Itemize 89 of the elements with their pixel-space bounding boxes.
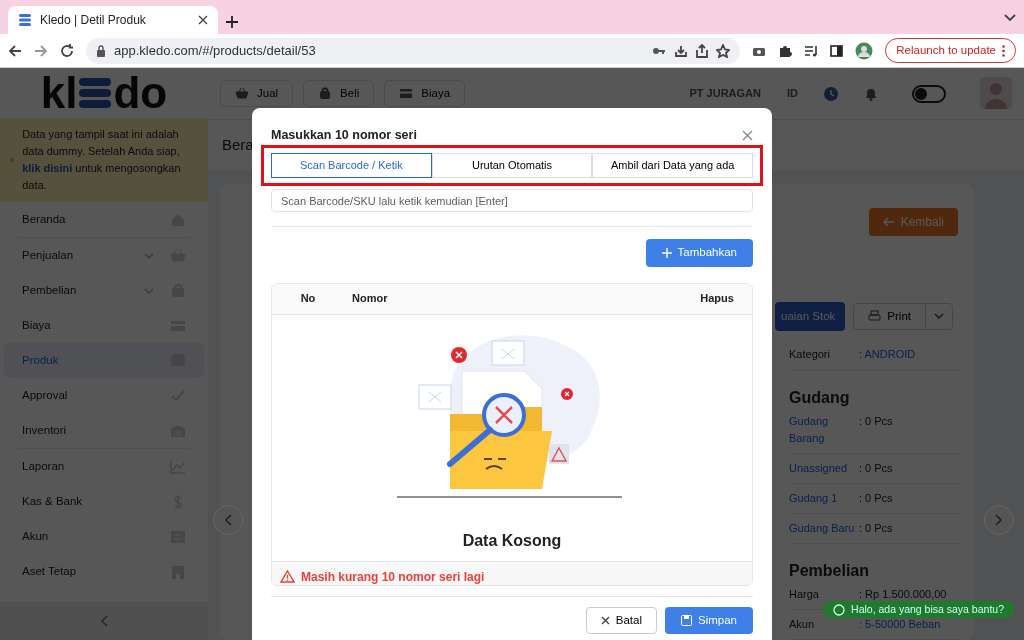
empty-state-title: Data Kosong xyxy=(461,530,563,551)
sidebar-item[interactable]: Aset Tetap xyxy=(18,554,190,590)
address-bar[interactable]: app.kledo.com/#/products/detail/53 xyxy=(86,37,741,64)
field-value: : 0 Pcs xyxy=(859,414,893,429)
sidebar-item[interactable]: Penjualan xyxy=(18,238,190,274)
save-button[interactable]: Simpan xyxy=(665,606,753,634)
field-label: Kategori xyxy=(789,347,831,362)
relaunch-button[interactable]: Relaunch to update xyxy=(885,37,1016,64)
bag-icon xyxy=(318,86,333,100)
kebab-icon xyxy=(1002,44,1005,57)
sidebar-item[interactable]: Kas & Bank xyxy=(18,484,190,520)
warning-icon xyxy=(280,570,295,584)
chevron-right-icon xyxy=(995,514,1003,526)
chevron-down-icon xyxy=(144,287,154,294)
section-heading: Pembelian xyxy=(789,561,871,580)
sidebar-item[interactable]: Akun xyxy=(18,519,190,555)
logo-text: kl xyxy=(40,71,78,115)
chevron-down-icon xyxy=(934,313,944,320)
arrow-left-icon xyxy=(882,216,895,227)
stripes-icon xyxy=(18,13,32,27)
field-value[interactable]: : ANDROID xyxy=(859,346,916,363)
column-header: Nomor xyxy=(351,291,389,307)
section-heading: Gudang xyxy=(789,388,851,407)
field-value: : 0 Pcs xyxy=(859,461,893,476)
chevron-down-icon xyxy=(144,252,154,259)
field-label[interactable]: Unassigned xyxy=(789,460,859,477)
share-icon[interactable] xyxy=(696,43,709,58)
tab[interactable]: Ambil dari Data yang ada xyxy=(592,152,753,178)
field-value: : 0 Pcs xyxy=(859,491,893,506)
sidebar-item[interactable]: Inventori xyxy=(18,413,190,449)
browser-tab[interactable]: Kledo | Detil Produk xyxy=(8,6,218,34)
sidebar-icon[interactable] xyxy=(830,44,844,57)
add-button[interactable]: Tambahkan xyxy=(645,239,753,267)
stripes-icon xyxy=(77,76,114,110)
language-selector[interactable]: ID xyxy=(787,85,798,102)
close-icon[interactable] xyxy=(198,15,208,25)
modal-title: Masukkan 10 nomor seri xyxy=(271,127,418,144)
back-icon[interactable] xyxy=(8,43,22,58)
sidebar-item[interactable]: Laporan xyxy=(18,449,190,485)
download-icon[interactable] xyxy=(674,43,689,58)
chevron-left-icon xyxy=(224,514,232,526)
company-selector[interactable]: PT JURAGAN xyxy=(689,85,761,102)
card-icon xyxy=(399,86,414,100)
sidebar-item[interactable]: Approval xyxy=(18,378,190,414)
field-label: Akun xyxy=(789,617,816,632)
cancel-button[interactable]: Batal xyxy=(585,606,657,634)
logo-text: do xyxy=(113,71,168,115)
clear-data-link[interactable]: klik disini xyxy=(22,162,73,175)
header-button[interactable]: Biaya xyxy=(384,79,466,108)
sidebar-item[interactable]: Biaya xyxy=(18,308,190,344)
search-field[interactable]: Scan Barcode/SKU lalu ketik kemudian [Enter] xyxy=(271,188,753,213)
tab[interactable]: Urutan Otomatis xyxy=(431,152,593,178)
warning-message: Masih kurang 10 nomor seri lagi xyxy=(301,568,485,585)
stock-button[interactable]: uaian Stok xyxy=(775,301,846,331)
sidebar-item[interactable]: Beranda xyxy=(18,202,190,238)
close-icon xyxy=(600,615,610,625)
notice-text: Data yang tampil saat ini adalah data dummy. Setelah Anda siap, klik disini untuk mengosongkan data. xyxy=(22,127,182,194)
back-button[interactable]: Kembali xyxy=(868,207,958,236)
field-label: Harga xyxy=(789,587,820,602)
basket-icon xyxy=(235,86,249,100)
sidebar-item[interactable]: Pembelian xyxy=(18,273,190,309)
puzzle-icon[interactable] xyxy=(778,43,793,58)
chat-button[interactable]: Halo, ada yang bisa saya bantu? xyxy=(823,601,1014,618)
field-label[interactable]: Gudang 1 xyxy=(789,490,859,507)
field-value: : 0 Pcs xyxy=(859,521,893,536)
plus-icon[interactable] xyxy=(226,15,238,28)
header-button[interactable]: Jual xyxy=(220,79,294,108)
reload-icon[interactable] xyxy=(60,43,74,58)
forward-icon[interactable] xyxy=(34,43,48,58)
breadcrumb[interactable]: Bera xyxy=(222,133,254,157)
column-header: Hapus xyxy=(699,291,735,307)
playlist-icon[interactable] xyxy=(804,44,819,57)
key-icon[interactable] xyxy=(652,45,667,56)
plus-icon xyxy=(661,247,672,258)
lock-icon xyxy=(96,44,106,57)
header-button[interactable]: Beli xyxy=(303,79,375,108)
sidebar-item[interactable]: Produk xyxy=(4,343,204,379)
field-label[interactable]: Gudang Barang xyxy=(789,413,859,447)
field-label[interactable]: Gudang Baru xyxy=(789,520,859,537)
column-header: No xyxy=(299,291,317,307)
tab[interactable]: Scan Barcode / Ketik xyxy=(271,152,432,178)
chevron-down-icon[interactable] xyxy=(1004,13,1016,22)
save-icon xyxy=(681,614,692,626)
theme-toggle[interactable] xyxy=(912,84,946,103)
field-value: : 5-50000 Beban xyxy=(859,617,941,632)
star-icon[interactable] xyxy=(716,43,731,58)
printer-icon xyxy=(868,310,882,323)
profile-icon[interactable] xyxy=(855,41,874,60)
field-value: : Rp 1.500.000,00 xyxy=(859,587,947,602)
